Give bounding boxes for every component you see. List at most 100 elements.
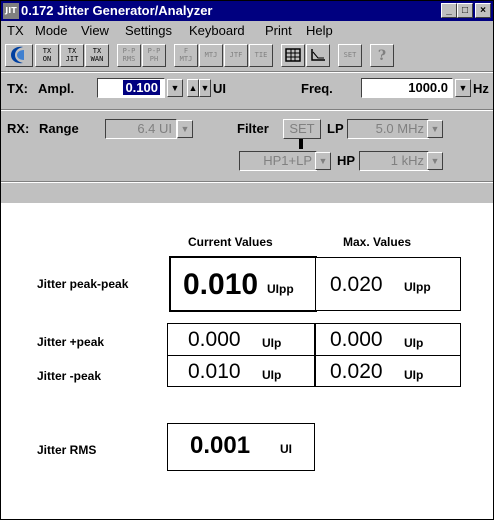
menu-tx[interactable]: TX bbox=[7, 23, 24, 39]
tx-rx-divider bbox=[1, 109, 493, 111]
ampl-down-icon[interactable]: ▼ bbox=[199, 79, 211, 97]
measurement-area: Current Values Max. Values Jitter peak-p… bbox=[1, 203, 493, 519]
toolbar: TX ON TX JIT TX WAN P-P RMS P-P PH F MTJ MTJ J… bbox=[1, 41, 493, 71]
filter-mode-dropdown-icon[interactable]: ▼ bbox=[315, 152, 331, 170]
tx-wan-line2: WAN bbox=[90, 55, 104, 63]
app-icon[interactable]: JIT bbox=[3, 3, 19, 19]
ampl-dropdown-icon[interactable]: ▼ bbox=[167, 79, 183, 97]
menu-print[interactable]: Print bbox=[265, 23, 292, 39]
filter-mode-field[interactable]: HP1+LP bbox=[239, 151, 317, 171]
hp-dropdown-icon[interactable]: ▼ bbox=[427, 152, 443, 170]
peak-peak-max-box: 0.020 UIpp bbox=[315, 257, 461, 311]
minus-peak-max-unit: UIp bbox=[404, 368, 424, 382]
filter-connector bbox=[299, 139, 303, 149]
rx-bottom-divider bbox=[1, 181, 493, 183]
pp-ph-line1: P-P bbox=[147, 47, 161, 55]
plus-peak-max-value: 0.000 bbox=[330, 328, 383, 351]
minus-peak-current-value: 0.010 bbox=[188, 360, 241, 383]
pp-rms-line1: P-P bbox=[122, 47, 136, 55]
tx-label: TX: bbox=[7, 81, 28, 96]
peak-peak-current-unit: UIpp bbox=[267, 282, 294, 296]
logo-icon[interactable] bbox=[5, 44, 33, 67]
lp-label: LP bbox=[327, 121, 344, 136]
freq-field[interactable]: 1000.0 bbox=[361, 78, 453, 98]
hp-label: HP bbox=[337, 153, 356, 168]
filter-label: Filter bbox=[237, 121, 269, 136]
menu-bar: TX Mode View Settings Keyboard Print Hel… bbox=[1, 21, 493, 41]
pp-ph-line2: PH bbox=[149, 55, 159, 63]
minimize-button[interactable]: _ bbox=[441, 3, 457, 18]
window-title: 0.172 Jitter Generator/Analyzer bbox=[21, 3, 213, 18]
peak-current-box: 0.000 UIp 0.010 UIp bbox=[167, 323, 315, 387]
menu-mode[interactable]: Mode bbox=[35, 23, 68, 39]
peak-peak-max-value: 0.020 bbox=[330, 273, 383, 296]
hp-field[interactable]: 1 kHz bbox=[359, 151, 429, 171]
filter-set-button[interactable]: SET bbox=[283, 119, 321, 139]
help-icon[interactable]: ? bbox=[370, 44, 394, 67]
tx-jit-line2: JIT bbox=[65, 55, 79, 63]
rms-box: 0.001 UI bbox=[167, 423, 315, 471]
table-icon[interactable] bbox=[281, 44, 305, 67]
title-bar[interactable]: JIT 0.172 Jitter Generator/Analyzer _ □ … bbox=[1, 1, 493, 21]
tx-on-line2: ON bbox=[42, 55, 52, 63]
tx-wan-button[interactable]: TX WAN bbox=[85, 44, 109, 67]
plus-peak-current-value: 0.000 bbox=[188, 328, 241, 351]
f-mtj-line2: MTJ bbox=[179, 55, 193, 63]
f-mtj-button[interactable]: F MTJ bbox=[174, 44, 198, 67]
freq-dropdown-icon[interactable]: ▼ bbox=[455, 79, 471, 97]
plus-peak-max-unit: UIp bbox=[404, 336, 424, 350]
plus-peak-current-unit: UIp bbox=[262, 336, 282, 350]
menu-view[interactable]: View bbox=[81, 23, 109, 39]
svg-text:?: ? bbox=[378, 48, 386, 63]
range-field[interactable]: 6.4 UI bbox=[105, 119, 177, 139]
tx-wan-line1: TX bbox=[92, 47, 102, 55]
max-values-header: Max. Values bbox=[343, 235, 412, 249]
toolbar-divider bbox=[1, 71, 493, 73]
peak-current-divider bbox=[168, 355, 314, 356]
tx-jit-button[interactable]: TX JIT bbox=[60, 44, 84, 67]
rx-label: RX: bbox=[7, 121, 30, 136]
mtj-label: MTJ bbox=[204, 51, 218, 59]
ampl-up-icon[interactable]: ▲ bbox=[187, 79, 199, 97]
menu-settings[interactable]: Settings bbox=[125, 23, 172, 39]
menu-keyboard[interactable]: Keyboard bbox=[189, 23, 245, 39]
ampl-unit: UI bbox=[213, 81, 226, 96]
range-dropdown-icon[interactable]: ▼ bbox=[177, 120, 193, 138]
lp-dropdown-icon[interactable]: ▼ bbox=[427, 120, 443, 138]
jtf-button[interactable]: JTF bbox=[224, 44, 248, 67]
minus-peak-label: Jitter -peak bbox=[37, 369, 102, 383]
tx-jit-line1: TX bbox=[67, 47, 77, 55]
tie-button[interactable]: TIE bbox=[249, 44, 273, 67]
mtj-button[interactable]: MTJ bbox=[199, 44, 223, 67]
f-mtj-line1: F bbox=[183, 47, 189, 55]
ampl-value: 0.100 bbox=[123, 80, 160, 95]
set-toolbar-button[interactable]: SET bbox=[338, 44, 362, 67]
graph-icon[interactable] bbox=[306, 44, 330, 67]
app-window: JIT 0.172 Jitter Generator/Analyzer _ □ … bbox=[0, 0, 494, 520]
pp-rms-line2: RMS bbox=[122, 55, 136, 63]
freq-value: 1000.0 bbox=[408, 80, 448, 95]
maximize-button[interactable]: □ bbox=[457, 3, 473, 18]
ampl-label: Ampl. bbox=[38, 81, 75, 96]
plus-peak-label: Jitter +peak bbox=[37, 335, 105, 349]
pp-rms-button[interactable]: P-P RMS bbox=[117, 44, 141, 67]
tx-on-button[interactable]: TX ON bbox=[35, 44, 59, 67]
lp-field[interactable]: 5.0 MHz bbox=[347, 119, 429, 139]
close-button[interactable]: × bbox=[475, 3, 491, 18]
peak-peak-max-unit: UIpp bbox=[404, 280, 431, 294]
freq-unit: Hz bbox=[473, 81, 489, 96]
filter-mode-value: HP1+LP bbox=[263, 153, 312, 168]
pp-ph-button[interactable]: P-P PH bbox=[142, 44, 166, 67]
peak-peak-label: Jitter peak-peak bbox=[37, 277, 129, 291]
rms-label: Jitter RMS bbox=[37, 443, 97, 457]
peak-peak-current-box: 0.010 UIpp bbox=[169, 256, 317, 312]
menu-help[interactable]: Help bbox=[306, 23, 333, 39]
current-values-header: Current Values bbox=[188, 235, 273, 249]
range-label: Range bbox=[39, 121, 79, 136]
hp-value: 1 kHz bbox=[390, 153, 424, 168]
minus-peak-max-value: 0.020 bbox=[330, 360, 383, 383]
ampl-field[interactable]: 0.100 bbox=[97, 78, 165, 98]
minus-peak-current-unit: UIp bbox=[262, 368, 282, 382]
range-value: 6.4 UI bbox=[137, 121, 172, 136]
peak-max-box: 0.000 UIp 0.020 UIp bbox=[315, 323, 461, 387]
